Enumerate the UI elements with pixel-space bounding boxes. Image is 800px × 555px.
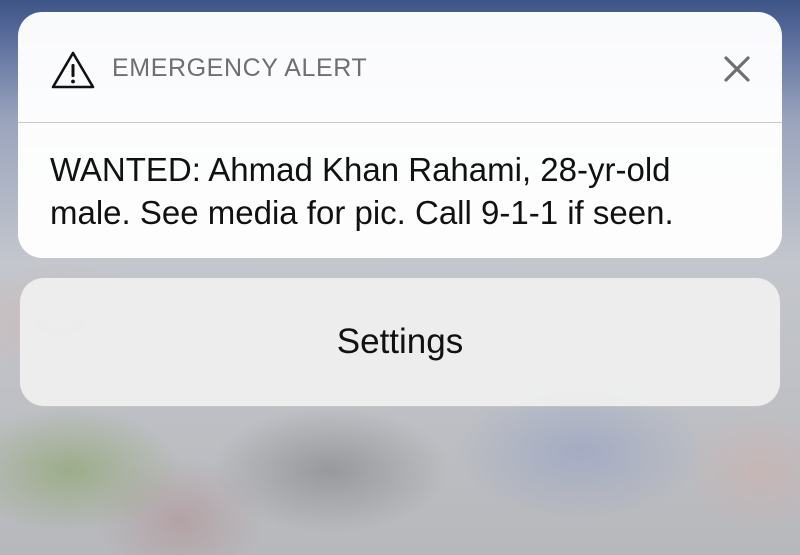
alert-header: EMERGENCY ALERT bbox=[18, 12, 782, 123]
settings-button-label: Settings bbox=[336, 322, 464, 361]
close-icon[interactable] bbox=[720, 52, 754, 86]
settings-button[interactable]: Settings bbox=[20, 278, 780, 406]
alert-title: EMERGENCY ALERT bbox=[112, 54, 368, 82]
close-button[interactable] bbox=[720, 52, 754, 86]
alert-message: WANTED: Ahmad Khan Rahami, 28-yr-old mal… bbox=[50, 151, 674, 231]
emergency-alert-notification[interactable]: EMERGENCY ALERT WANTED: Ahmad Khan Raham… bbox=[18, 12, 782, 258]
warning-triangle-icon bbox=[50, 50, 96, 90]
